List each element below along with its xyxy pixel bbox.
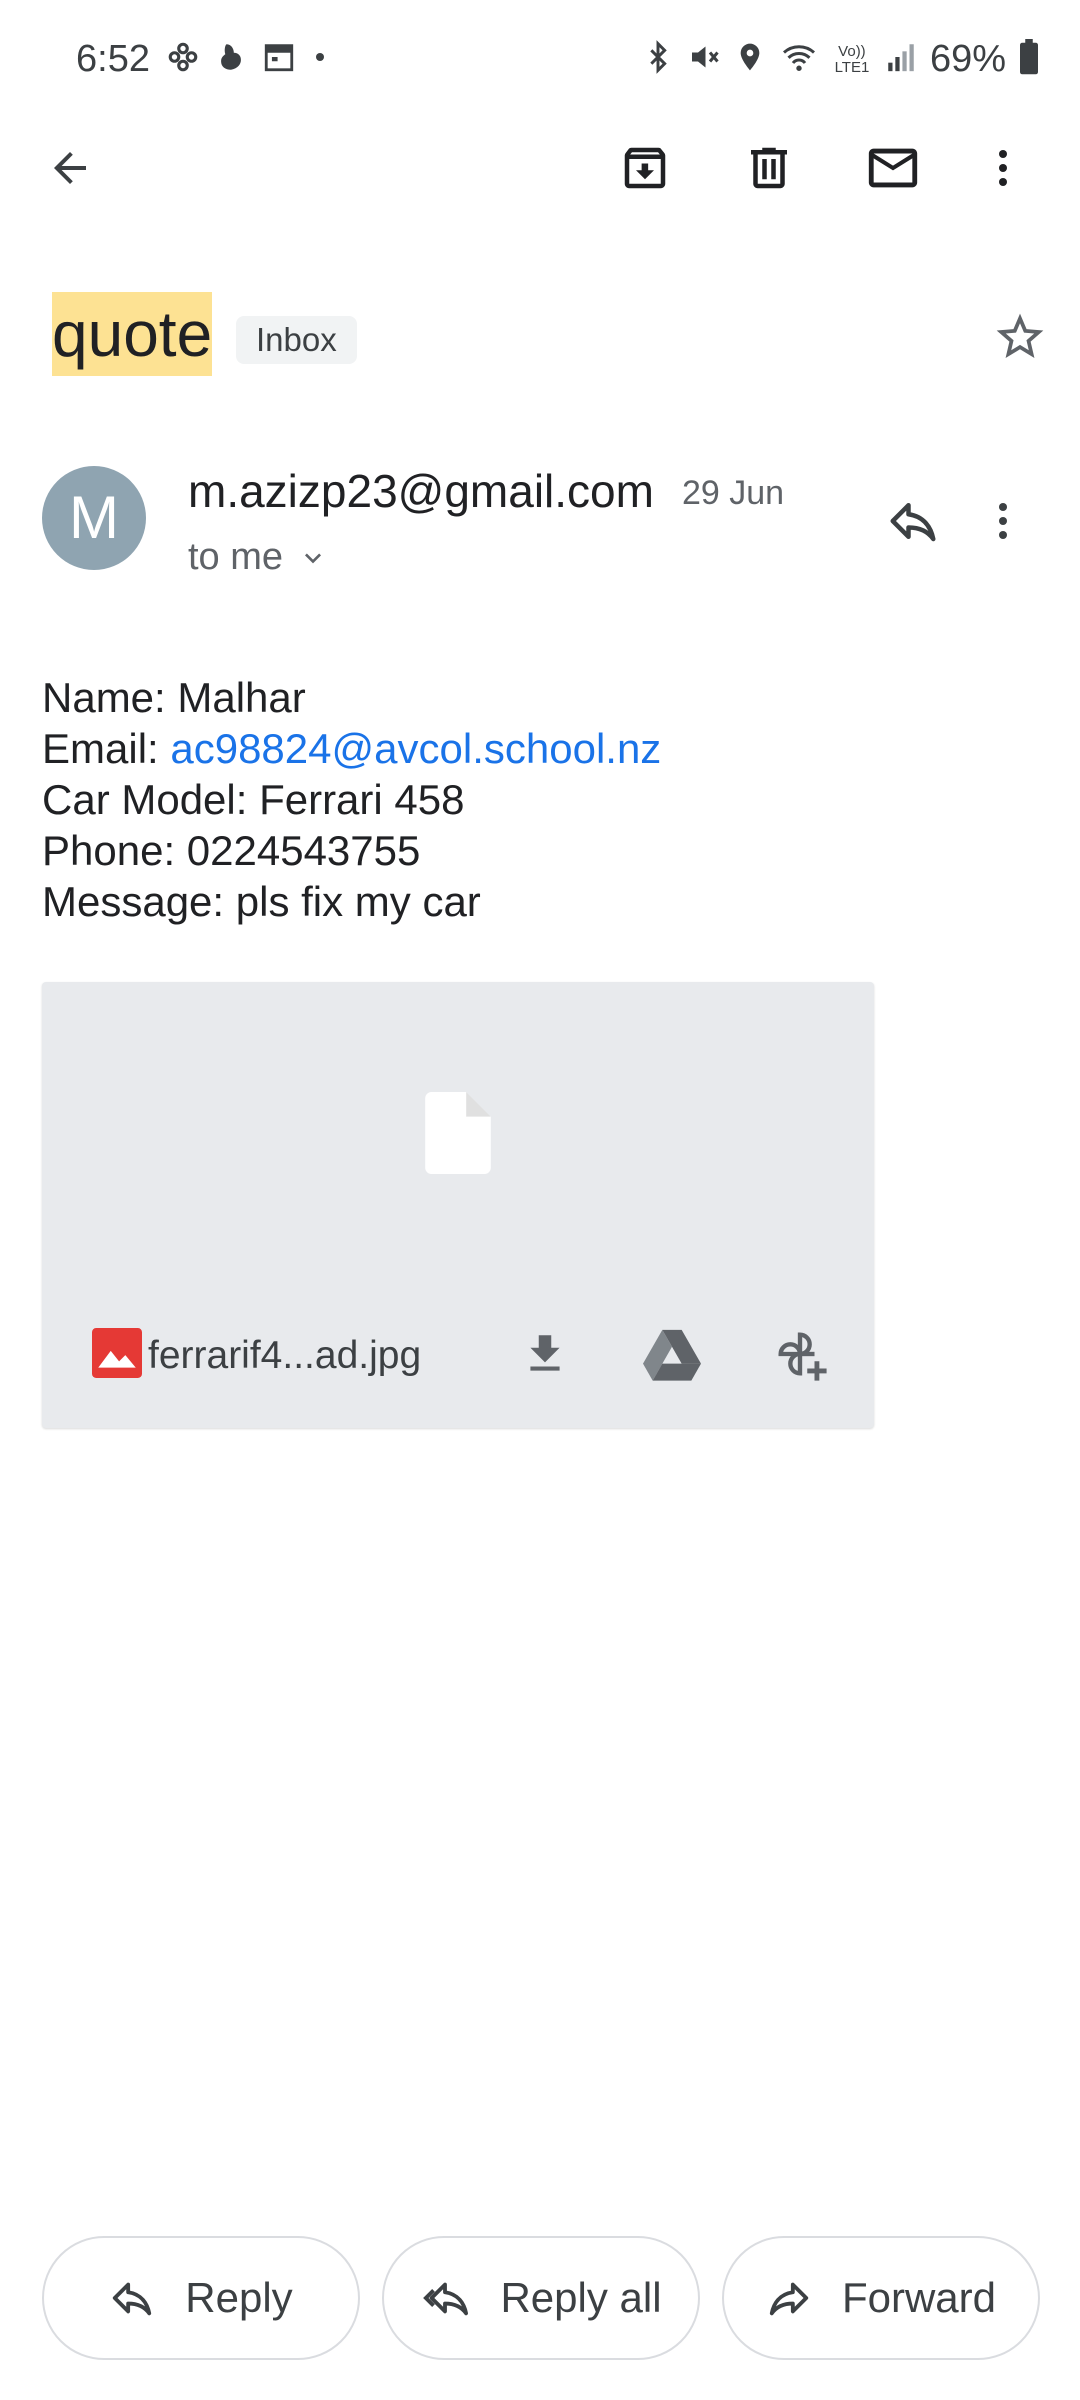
signal-icon xyxy=(884,39,918,80)
reply-icon-button[interactable] xyxy=(868,476,958,566)
mark-unread-icon xyxy=(868,148,918,188)
body-name-line: Name: Malhar xyxy=(42,674,306,721)
body-car-model-line: Car Model: Ferrari 458 xyxy=(42,776,465,823)
email-subject: quote xyxy=(52,292,213,376)
body-phone-line: Phone: 0224543755 xyxy=(42,827,421,874)
reply-icon xyxy=(113,2282,152,2316)
battery-icon xyxy=(1018,39,1040,80)
status-left-icons xyxy=(166,40,330,79)
drive-icon xyxy=(643,1329,701,1381)
snowflake-icon xyxy=(166,40,200,79)
wifi-icon xyxy=(778,39,820,80)
delete-button[interactable] xyxy=(724,123,814,213)
mark-unread-button[interactable] xyxy=(848,123,938,213)
star-button[interactable] xyxy=(975,292,1065,382)
download-button[interactable] xyxy=(503,1312,587,1396)
more-options-button[interactable] xyxy=(958,123,1048,213)
volte-icon: Vo)) LTE1 xyxy=(834,42,870,76)
forward-icon xyxy=(769,2282,809,2316)
chevron-down-icon xyxy=(305,552,322,563)
inbox-label-chip[interactable]: Inbox xyxy=(236,316,357,364)
weather-icon xyxy=(214,40,248,79)
bluetooth-icon xyxy=(642,39,674,80)
reply-button[interactable]: Reply xyxy=(42,2236,360,2360)
message-date: 29 Jun xyxy=(682,474,785,512)
battery-percent: 69% xyxy=(929,38,1006,80)
recipient-label: to me xyxy=(188,536,284,578)
delete-icon xyxy=(751,147,787,189)
body-email-label: Email: xyxy=(42,725,171,772)
sender-email: m.azizp23@gmail.com xyxy=(188,465,654,517)
more-vert-icon xyxy=(999,150,1007,186)
back-button[interactable] xyxy=(25,123,115,213)
location-icon xyxy=(734,39,766,80)
status-time: 6:52 xyxy=(76,38,150,80)
email-link[interactable]: ac98824@avcol.school.nz xyxy=(170,725,661,772)
add-to-photos-button[interactable] xyxy=(758,1312,842,1396)
file-placeholder-icon xyxy=(425,1092,491,1179)
reply-icon xyxy=(890,503,936,542)
recipient-details-toggle[interactable]: to me xyxy=(188,536,329,579)
back-arrow-icon xyxy=(54,152,86,184)
mute-vibrate-icon xyxy=(686,39,722,80)
calendar-icon xyxy=(262,40,296,79)
reply-all-button[interactable]: Reply all xyxy=(382,2236,700,2360)
status-right-icons: Vo)) LTE1 69% xyxy=(642,38,1040,81)
message-more-button[interactable] xyxy=(958,476,1048,566)
star-outline-icon xyxy=(996,313,1044,358)
attachment-filename: ferrarif4...ad.jpg xyxy=(148,1334,422,1377)
sender-avatar[interactable]: M xyxy=(42,466,146,570)
reply-all-label: Reply all xyxy=(500,2274,662,2321)
body-email-line: Email: ac98824@avcol.school.nz xyxy=(42,723,661,774)
archive-icon xyxy=(624,147,666,189)
body-message-line: Message: pls fix my car xyxy=(42,878,481,925)
image-file-icon xyxy=(92,1328,142,1383)
forward-button[interactable]: Forward xyxy=(722,2236,1040,2360)
message-body: Name: Malhar Email: ac98824@avcol.school… xyxy=(42,672,661,927)
reply-all-icon xyxy=(423,2282,469,2316)
more-vert-icon xyxy=(999,503,1007,539)
archive-button[interactable] xyxy=(600,123,690,213)
download-icon xyxy=(530,1335,560,1371)
forward-label: Forward xyxy=(841,2274,997,2321)
reply-label: Reply xyxy=(185,2274,293,2321)
save-to-drive-button[interactable] xyxy=(630,1312,714,1396)
dot-icon xyxy=(310,47,330,72)
add-to-photos-icon xyxy=(778,1332,827,1381)
